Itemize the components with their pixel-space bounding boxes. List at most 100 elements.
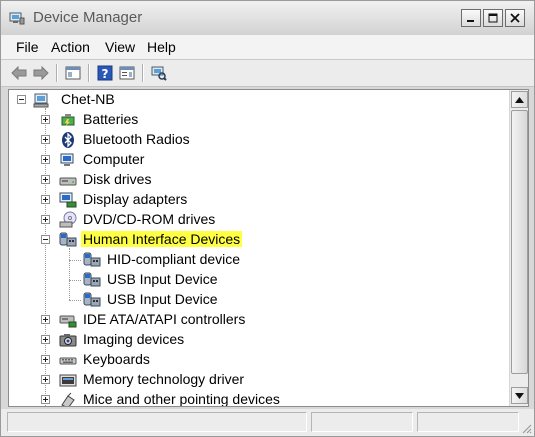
scan-hardware-button[interactable]	[150, 64, 168, 82]
console-tree-icon	[65, 66, 81, 80]
dvd-drive-icon	[59, 211, 77, 228]
resize-grip-icon[interactable]	[520, 422, 532, 434]
title-bar[interactable]: Device Manager	[1, 1, 534, 35]
menu-view[interactable]: View	[105, 39, 135, 55]
ide-controller-icon	[59, 315, 77, 328]
tree-child-usb-input-device[interactable]: USB Input Device	[9, 270, 509, 290]
menu-help[interactable]: Help	[147, 39, 176, 55]
minimize-button[interactable]	[461, 9, 481, 27]
computer-root-icon	[33, 93, 49, 108]
expand-toggle[interactable]	[41, 115, 50, 124]
mouse-icon	[61, 392, 75, 406]
tree-item-label: DVD/CD-ROM drives	[83, 211, 216, 227]
tree-item-mice-pointing-devices[interactable]: Mice and other pointing devices	[9, 390, 509, 407]
maximize-icon	[488, 13, 498, 23]
show-hide-tree-button[interactable]	[64, 64, 82, 82]
collapse-toggle[interactable]	[17, 95, 26, 104]
back-arrow-icon	[11, 66, 27, 80]
status-pane	[417, 412, 519, 432]
tree-item-label: Imaging devices	[83, 331, 185, 347]
tree-item-batteries[interactable]: Batteries	[9, 110, 509, 130]
tree-item-label: IDE ATA/ATAPI controllers	[83, 311, 246, 327]
bluetooth-icon	[62, 132, 74, 148]
tree-item-keyboards[interactable]: Keyboards	[9, 350, 509, 370]
expand-toggle[interactable]	[41, 215, 50, 224]
tree-root-computer[interactable]: Chet-NB	[9, 90, 509, 110]
tree-item-label: Computer	[83, 151, 145, 167]
expand-toggle[interactable]	[41, 335, 50, 344]
tree-item-disk-drives[interactable]: Disk drives	[9, 170, 509, 190]
tree-item-label: Mice and other pointing devices	[83, 391, 280, 407]
scroll-down-button[interactable]	[511, 387, 528, 404]
help-icon: ?	[97, 65, 113, 81]
tree-item-dvd-cdrom-drives[interactable]: DVD/CD-ROM drives	[9, 210, 509, 230]
tree-child-hid-compliant-device[interactable]: HID-compliant device	[9, 250, 509, 270]
maximize-button[interactable]	[483, 9, 503, 27]
properties-icon	[119, 66, 135, 80]
tree-item-label: Memory technology driver	[83, 371, 245, 387]
scroll-thumb[interactable]	[511, 110, 528, 374]
keyboard-icon	[59, 357, 77, 365]
expand-toggle[interactable]	[41, 315, 50, 324]
tree-item-bluetooth-radios[interactable]: Bluetooth Radios	[9, 130, 509, 150]
menu-action[interactable]: Action	[51, 39, 90, 55]
tree-child-label: HID-compliant device	[107, 251, 241, 267]
scroll-up-button[interactable]	[511, 91, 528, 108]
menu-bar: File Action View Help	[1, 35, 534, 60]
tree-item-label: Bluetooth Radios	[83, 131, 190, 147]
toolbar-separator	[56, 64, 58, 82]
back-button[interactable]	[10, 64, 28, 82]
tree-item-label: Keyboards	[83, 351, 150, 367]
tree-item-memory-technology-driver[interactable]: Memory technology driver	[9, 370, 509, 390]
tree-item-ide-controllers[interactable]: IDE ATA/ATAPI controllers	[9, 310, 509, 330]
toolbar: ?	[1, 60, 534, 87]
help-button[interactable]: ?	[96, 64, 114, 82]
collapse-toggle[interactable]	[41, 235, 50, 244]
device-manager-app-icon	[9, 12, 25, 25]
hid-device-icon	[83, 252, 101, 267]
tree-child-usb-input-device[interactable]: USB Input Device	[9, 290, 509, 310]
tree-child-label: USB Input Device	[107, 291, 218, 307]
expand-toggle[interactable]	[41, 375, 50, 384]
expand-toggle[interactable]	[41, 135, 50, 144]
forward-button[interactable]	[32, 64, 50, 82]
vertical-scrollbar[interactable]	[509, 90, 528, 406]
tree-item-human-interface-devices[interactable]: Human Interface Devices	[9, 230, 509, 250]
status-pane	[311, 412, 413, 432]
device-tree: Chet-NB Batteries Bluetooth Radios Compu…	[8, 89, 529, 407]
tree-item-label-selected: Human Interface Devices	[81, 231, 243, 247]
expand-toggle[interactable]	[41, 155, 50, 164]
expand-toggle[interactable]	[41, 355, 50, 364]
svg-text:?: ?	[102, 67, 109, 81]
properties-button[interactable]	[118, 64, 136, 82]
root-label: Chet-NB	[61, 91, 115, 107]
tree-item-display-adapters[interactable]: Display adapters	[9, 190, 509, 210]
disk-drive-icon	[59, 177, 77, 186]
close-icon	[510, 13, 520, 23]
status-pane	[7, 412, 307, 432]
toolbar-separator	[142, 64, 144, 82]
forward-arrow-icon	[33, 66, 49, 80]
expand-toggle[interactable]	[41, 195, 50, 204]
tree-item-computer[interactable]: Computer	[9, 150, 509, 170]
menu-file[interactable]: File	[16, 39, 39, 55]
hid-icon	[59, 232, 77, 247]
scroll-down-arrow-icon	[515, 392, 524, 399]
camera-icon	[59, 334, 77, 347]
expand-toggle[interactable]	[41, 395, 50, 404]
expand-toggle[interactable]	[41, 175, 50, 184]
hid-device-icon	[83, 272, 101, 287]
tree-item-label: Display adapters	[83, 191, 188, 207]
tree-child-label: USB Input Device	[107, 271, 218, 287]
scan-hardware-icon	[151, 66, 167, 81]
minimize-icon	[467, 20, 474, 22]
battery-icon	[61, 114, 75, 126]
tree-item-label: Disk drives	[83, 171, 152, 187]
window-title: Device Manager	[33, 9, 143, 26]
display-adapter-icon	[59, 192, 77, 208]
toolbar-separator	[88, 64, 90, 82]
close-button[interactable]	[505, 9, 525, 27]
tree-item-imaging-devices[interactable]: Imaging devices	[9, 330, 509, 350]
memory-icon	[59, 374, 77, 387]
computer-icon	[60, 153, 74, 166]
